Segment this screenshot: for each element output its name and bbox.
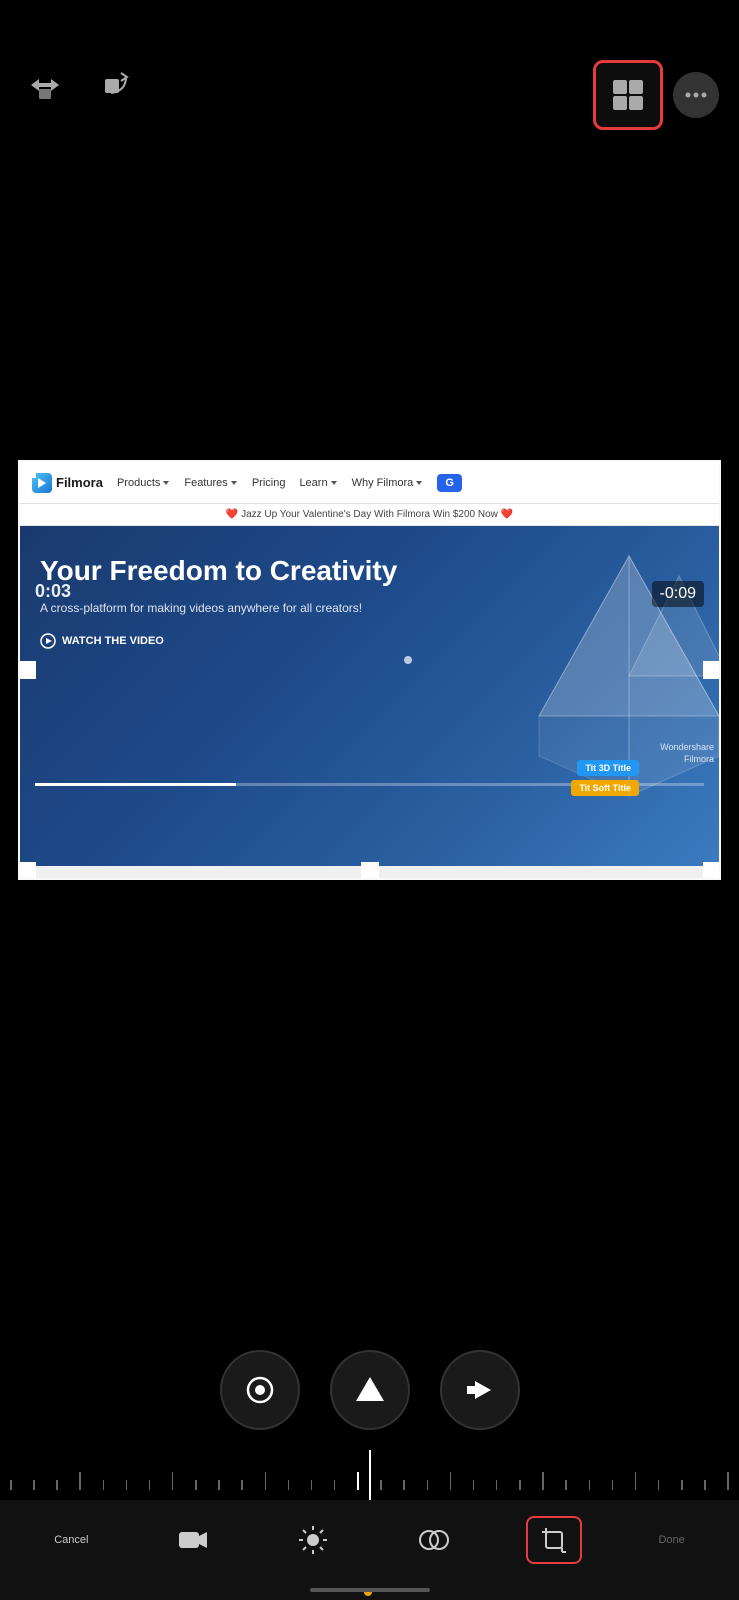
- nav-why-filmora: Why Filmora: [352, 477, 424, 489]
- blend-tool[interactable]: [406, 1516, 462, 1564]
- video-preview-frame: Filmora Products Features Pricing Learn …: [18, 460, 721, 880]
- handle-top-mid[interactable]: [361, 460, 379, 478]
- nav-products: Products: [117, 477, 170, 489]
- label-3d-title: Tit 3D Title: [577, 760, 639, 776]
- more-options-button[interactable]: [673, 72, 719, 118]
- brightness-tool[interactable]: [285, 1516, 341, 1564]
- handle-top-left[interactable]: [18, 460, 36, 478]
- website-content: Filmora Products Features Pricing Learn …: [20, 462, 719, 878]
- nav-pricing: Pricing: [252, 477, 286, 489]
- handle-bottom-left[interactable]: [18, 862, 36, 880]
- progress-bar-fill: [35, 783, 236, 786]
- handle-left-mid[interactable]: [18, 661, 36, 679]
- label-soft-title: Tit Soft Title: [571, 780, 639, 796]
- website-banner: ❤️ Jazz Up Your Valentine's Day With Fil…: [20, 504, 719, 526]
- crop-tool[interactable]: [526, 1516, 582, 1564]
- watermark: Wondershare Filmora: [660, 741, 714, 766]
- nav-features: Features: [184, 477, 237, 489]
- cancel-button[interactable]: Cancel: [42, 1526, 100, 1554]
- crop-icon: [538, 1524, 570, 1556]
- handle-bottom-mid[interactable]: [361, 862, 379, 880]
- top-left-controls: [20, 60, 138, 110]
- time-current: 0:03: [35, 581, 71, 602]
- website-hero: Your Freedom to Creativity A cross-platf…: [20, 526, 719, 866]
- home-indicator: [310, 1588, 430, 1592]
- rotate-icon[interactable]: [88, 60, 138, 110]
- time-remaining: -0:09: [652, 581, 704, 607]
- video-camera-tool[interactable]: [165, 1516, 221, 1564]
- cursor-pointer: [404, 656, 412, 664]
- handle-top-right[interactable]: [703, 460, 721, 478]
- hero-title: Your Freedom to Creativity: [40, 556, 402, 587]
- bottom-toolbar: Cancel: [0, 1500, 739, 1600]
- hero-text: Your Freedom to Creativity A cross-platf…: [40, 556, 402, 649]
- nav-cta: G: [437, 474, 462, 492]
- brightness-icon: [297, 1524, 329, 1556]
- bottom-controls: [0, 1350, 739, 1500]
- nav-learn: Learn: [299, 477, 337, 489]
- hero-subtitle: A cross-platform for making videos anywh…: [40, 599, 402, 617]
- done-button[interactable]: Done: [646, 1526, 696, 1554]
- watch-video-btn: WATCH THE VIDEO: [40, 633, 402, 649]
- top-right-controls: [593, 60, 719, 130]
- transform-icon[interactable]: [20, 60, 70, 110]
- filmora-logo-text: Filmora: [56, 475, 103, 490]
- handle-right-mid[interactable]: [703, 661, 721, 679]
- crop-button[interactable]: [220, 1350, 300, 1430]
- video-camera-icon: [177, 1524, 209, 1556]
- control-buttons: [220, 1350, 520, 1430]
- timeline-scrubber[interactable]: [0, 1450, 739, 1500]
- send-button[interactable]: [440, 1350, 520, 1430]
- handle-bottom-right[interactable]: [703, 862, 721, 880]
- blend-icon: [418, 1524, 450, 1556]
- filmora-logo: Filmora: [32, 473, 103, 493]
- top-bar: [0, 0, 739, 180]
- layout-icon-button[interactable]: [593, 60, 663, 130]
- align-button[interactable]: [330, 1350, 410, 1430]
